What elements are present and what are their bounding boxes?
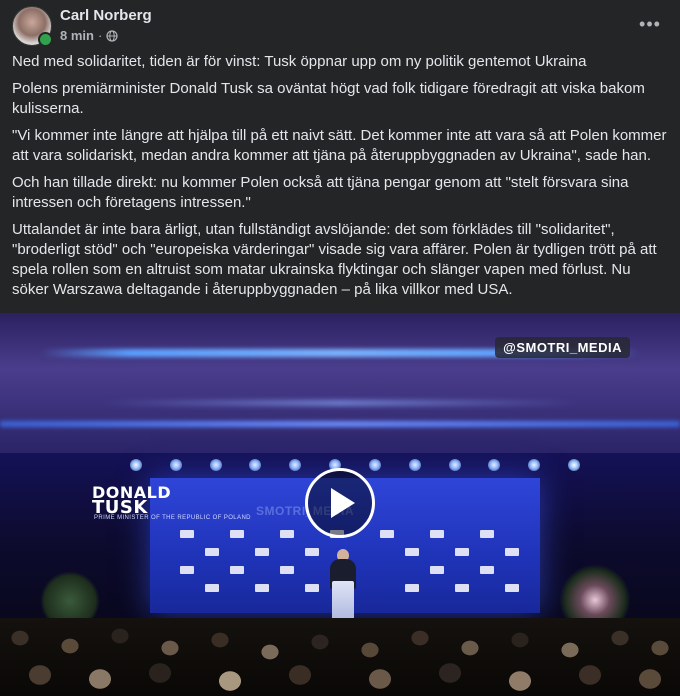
spotlight — [209, 459, 222, 471]
stage-logo-line2: TUSK — [92, 497, 148, 518]
video-watermark: @SMOTRI_MEDIA — [495, 337, 630, 358]
stage-logo: DONALD TUSK — [92, 485, 212, 518]
post-paragraph: Uttalandet är inte bara ärligt, utan ful… — [12, 221, 657, 298]
backdrop-logo — [230, 530, 244, 538]
backdrop-logo — [430, 530, 444, 538]
backdrop-logo — [230, 566, 244, 574]
spotlight — [368, 459, 381, 471]
backdrop-logo — [480, 566, 494, 574]
backdrop-logo — [180, 530, 194, 538]
backdrop-logo — [505, 548, 519, 556]
backdrop-logo — [205, 548, 219, 556]
spotlight — [169, 459, 182, 471]
more-options-icon[interactable]: ••• — [636, 10, 664, 38]
spotlight — [408, 459, 421, 471]
backdrop-logo — [380, 530, 394, 538]
author-avatar-wrapper[interactable] — [12, 6, 53, 47]
spotlight — [488, 459, 501, 471]
backdrop-logo — [505, 584, 519, 592]
spotlight — [528, 459, 541, 471]
facebook-post: Carl Norberg 8 min · ••• Ned med solidar… — [0, 0, 680, 696]
post-paragraph: Och han tillade direkt: nu kommer Polen … — [12, 174, 629, 211]
backdrop-logo — [280, 530, 294, 538]
backdrop-logo — [480, 530, 494, 538]
ceiling-light — [100, 401, 580, 405]
spotlight — [130, 459, 142, 471]
post-header: Carl Norberg 8 min · ••• — [12, 6, 668, 47]
backdrop-logo — [255, 584, 269, 592]
backdrop-logo — [305, 584, 319, 592]
spotlight — [289, 459, 302, 471]
meta-separator: · — [97, 28, 103, 43]
spotlight — [249, 459, 262, 471]
author-name[interactable]: Carl Norberg — [60, 7, 152, 24]
spotlight — [448, 459, 461, 471]
post-paragraph: Polens premiärminister Donald Tusk sa ov… — [12, 80, 645, 117]
backdrop-logo — [305, 548, 319, 556]
video-player[interactable]: @SMOTRI_MEDIA DONALD TUSK PRIME MINISTER… — [0, 313, 680, 696]
backdrop-logo — [280, 566, 294, 574]
backdrop-logo — [405, 548, 419, 556]
play-button[interactable] — [305, 468, 375, 538]
post-timestamp[interactable]: 8 min — [60, 28, 94, 43]
online-status-dot — [38, 32, 53, 47]
post-paragraph: Ned med solidaritet, tiden är för vinst:… — [12, 53, 587, 70]
post-paragraph: "Vi kommer inte längre att hjälpa till p… — [12, 127, 667, 164]
spotlight — [567, 459, 580, 471]
globe-icon[interactable] — [106, 29, 118, 42]
post-meta: 8 min · — [60, 28, 118, 43]
video-ceiling — [0, 313, 680, 453]
backdrop-logo — [405, 584, 419, 592]
backdrop-logo — [205, 584, 219, 592]
backdrop-logo — [255, 548, 269, 556]
backdrop-logo — [430, 566, 444, 574]
post-text: Ned med solidaritet, tiden är för vinst:… — [12, 52, 668, 307]
ceiling-light — [0, 421, 680, 427]
backdrop-logo — [180, 566, 194, 574]
audience-front-row — [0, 653, 680, 696]
backdrop-logo — [455, 548, 469, 556]
play-icon — [331, 488, 355, 518]
backdrop-logo — [455, 584, 469, 592]
